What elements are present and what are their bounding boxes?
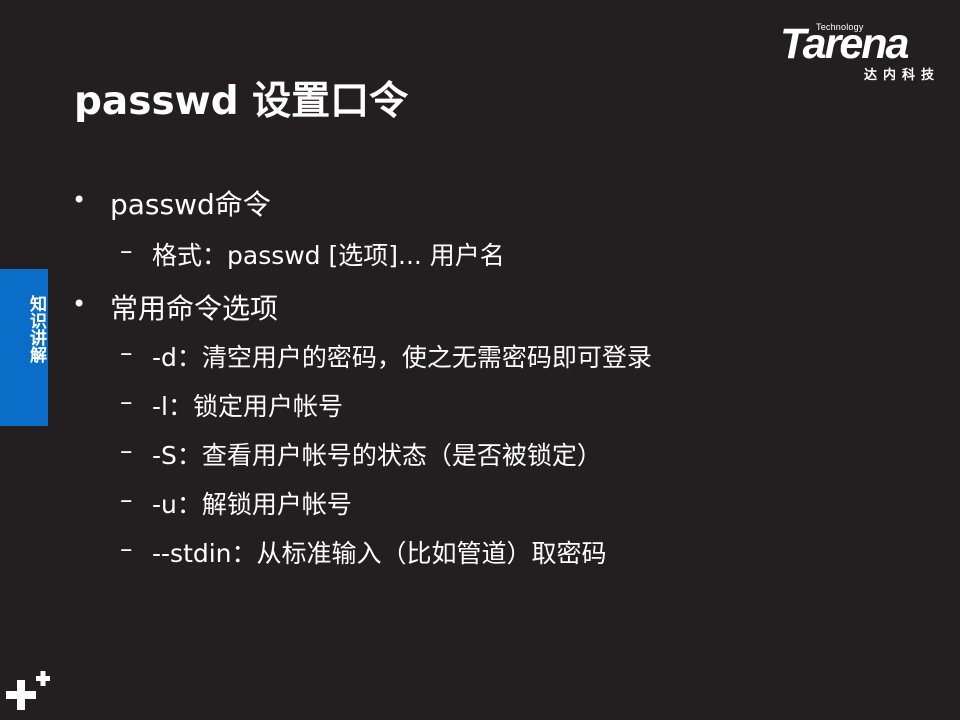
sub-bullet-marker: – [120, 485, 133, 514]
tarena-logo: Tarena Technology 达内科技 [780, 18, 946, 84]
sub-bullet-item: -S：查看用户帐号的状态（是否被锁定） [152, 441, 602, 470]
section-tab-label: 知识讲解 [26, 295, 46, 363]
sub-bullet-marker: – [120, 534, 133, 563]
bullet-item: 常用命令选项 [110, 292, 279, 325]
section-tab: 知识讲解 [0, 269, 48, 426]
logo-technology-label: Technology [816, 22, 864, 32]
plus-icon [6, 671, 50, 710]
sub-bullet-marker: – [120, 436, 133, 465]
sub-bullet-item: -d：清空用户的密码，使之无需密码即可登录 [152, 343, 652, 372]
sub-bullet-marker: – [120, 387, 133, 416]
sub-bullet-marker: – [120, 338, 133, 367]
sub-bullet-item: -l：锁定用户帐号 [152, 392, 343, 421]
sub-bullet-item: -u：解锁用户帐号 [152, 490, 352, 519]
slide-title: passwd 设置口令 [74, 79, 409, 124]
bullet-item: passwd命令 [110, 188, 271, 221]
sub-bullet-marker: – [120, 236, 133, 265]
sub-bullet-item: 格式：passwd [选项]... 用户名 [152, 241, 505, 270]
logo-chinese-name: 达内科技 [864, 68, 941, 83]
bullet-marker: • [72, 186, 87, 214]
sub-bullet-item: --stdin：从标准输入（比如管道）取密码 [152, 539, 607, 568]
bullet-marker: • [72, 290, 87, 318]
